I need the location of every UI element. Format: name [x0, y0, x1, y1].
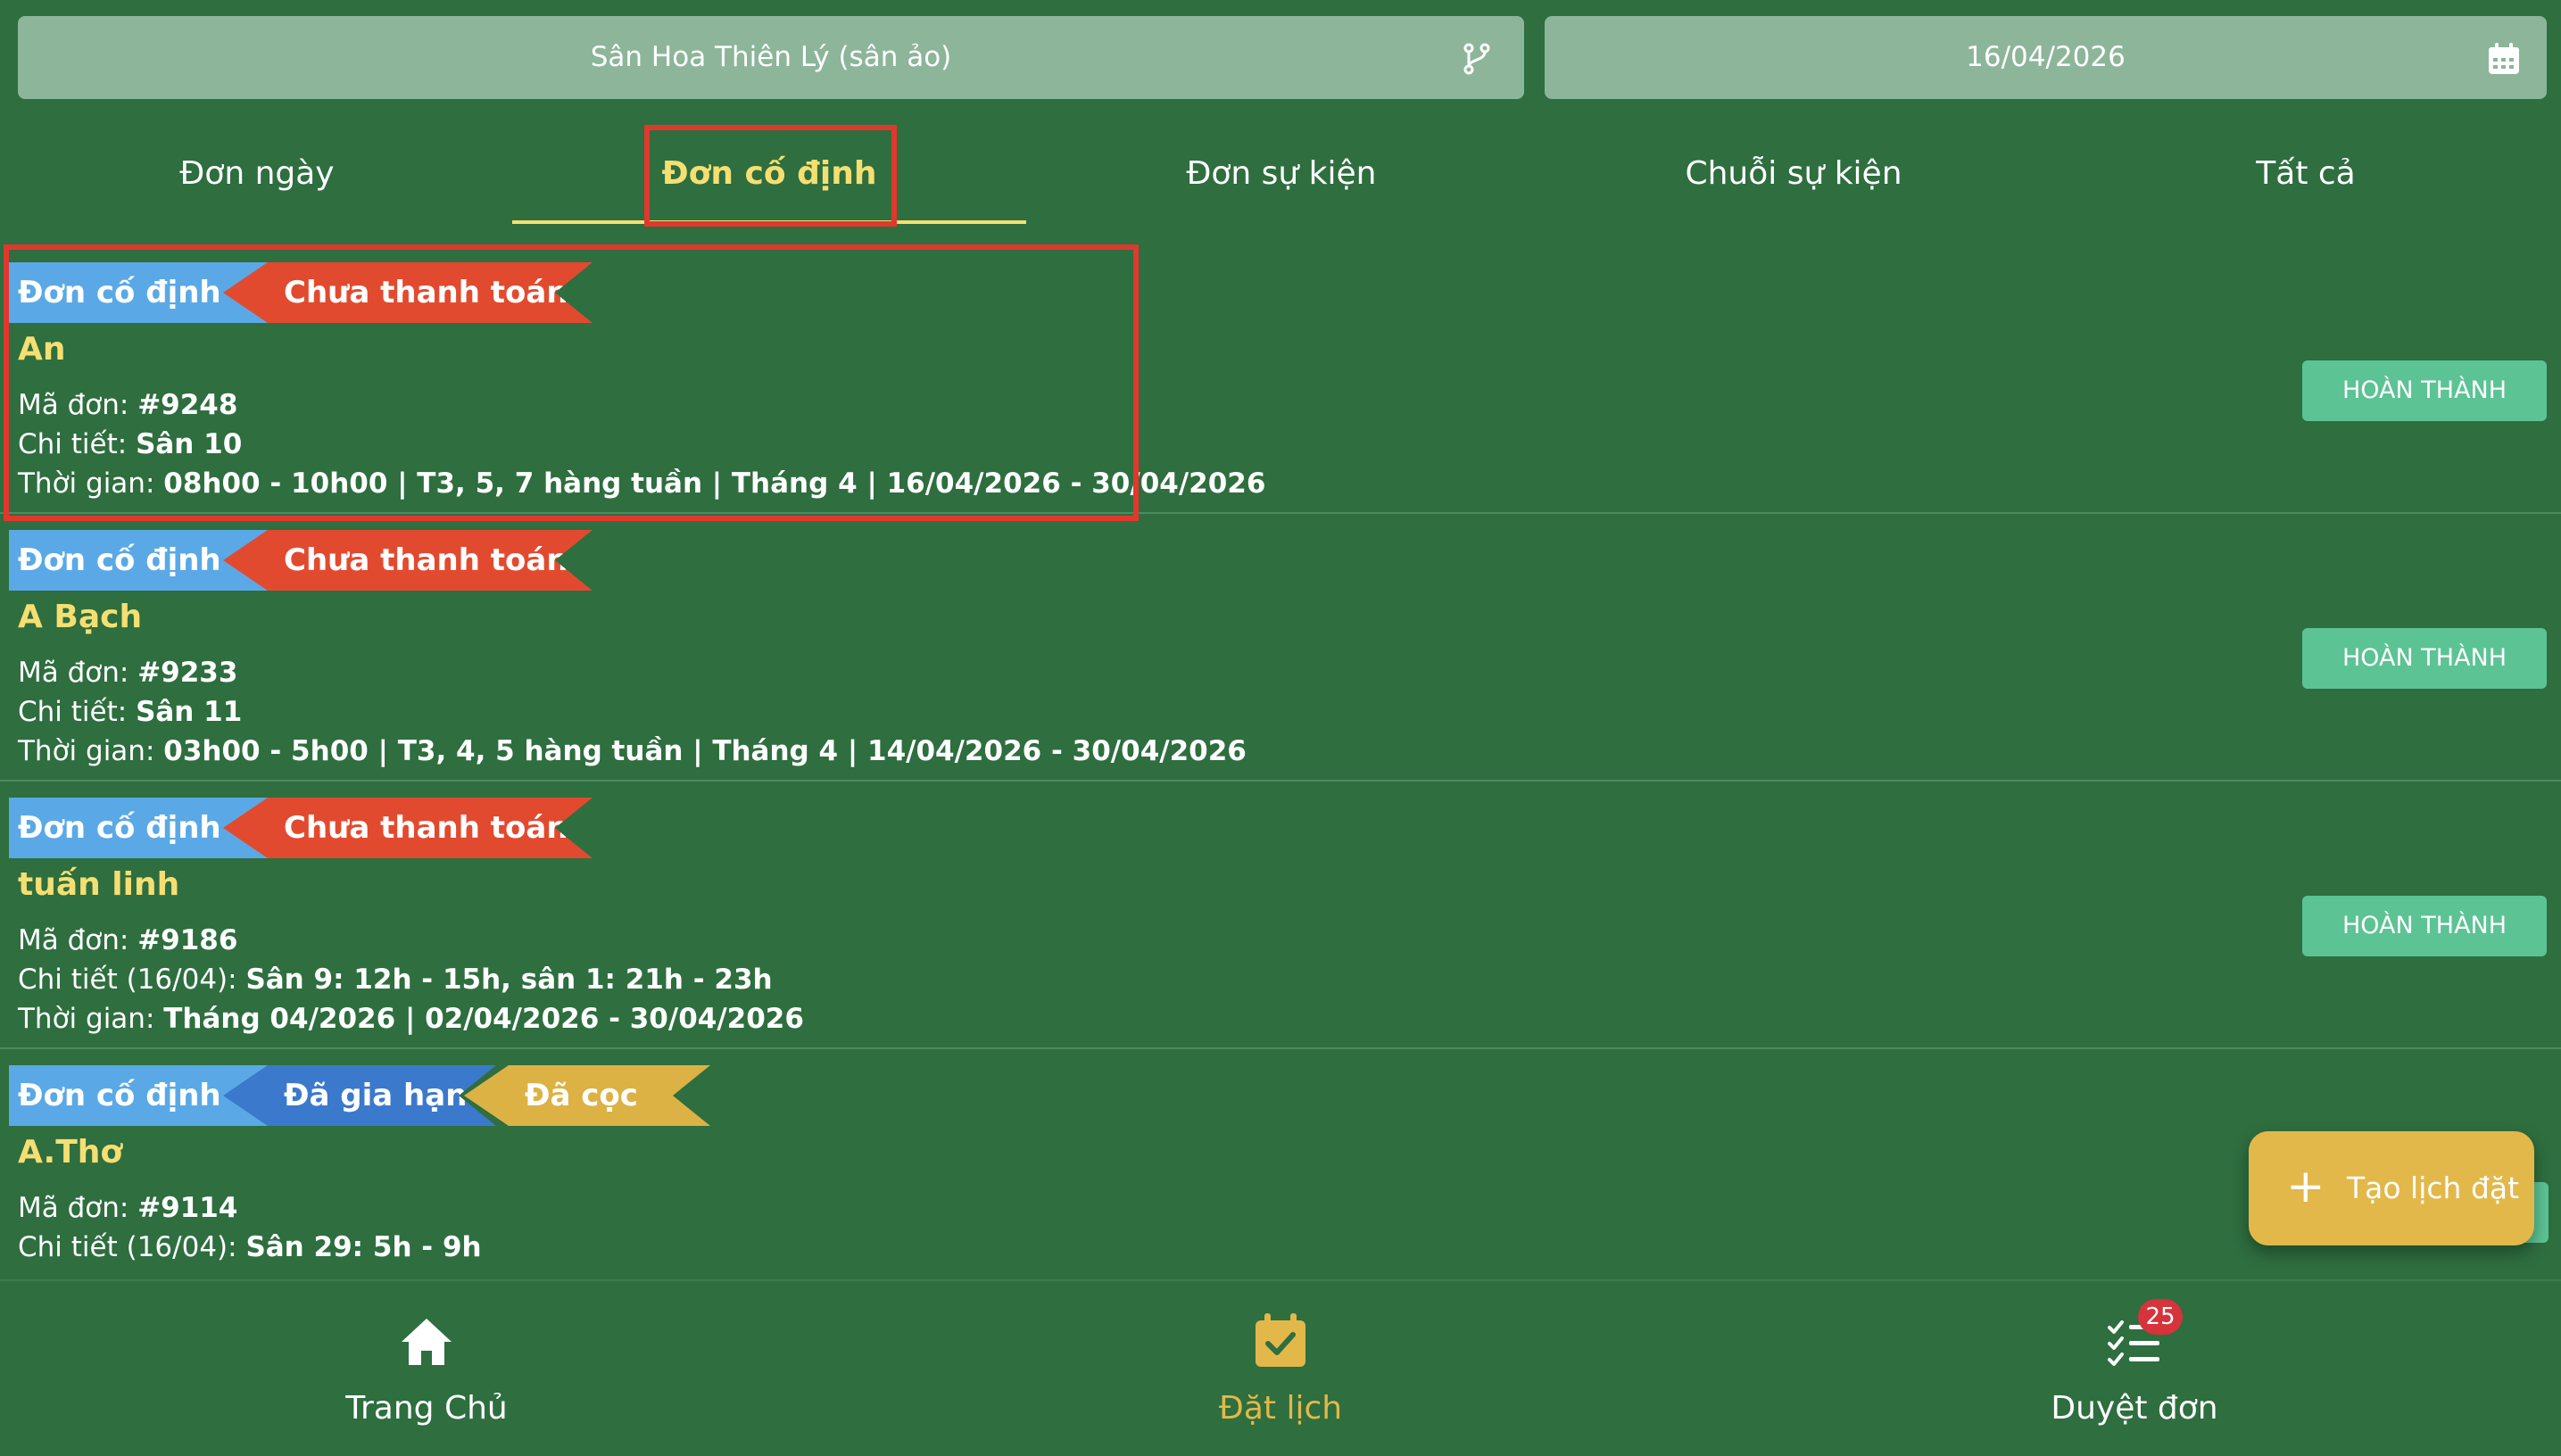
complete-button[interactable]: HOÀN THÀNH	[2302, 896, 2547, 956]
field-selector[interactable]: Sân Hoa Thiên Lý (sân ảo)	[18, 16, 1524, 99]
tag-payment-status: Chưa thanh toán	[223, 530, 593, 591]
nav-label: Trang Chủ	[345, 1390, 508, 1427]
order-time-line: Thời gian: 03h00 - 5h00 | T3, 4, 5 hàng …	[18, 735, 1247, 767]
customer-name: tuấn linh	[18, 866, 180, 903]
plus-icon: +	[2286, 1160, 2325, 1213]
order-code-line: Mã đơn: #9186	[18, 924, 238, 956]
pending-count-badge: 25	[2138, 1299, 2183, 1335]
order-code-line: Mã đơn: #9233	[18, 657, 238, 689]
nav-label: Đặt lịch	[1218, 1390, 1343, 1427]
date-selector-label: 16/04/2026	[1966, 41, 2126, 73]
order-card[interactable]: Đơn cố định Chưa thanh toán tuấn linh Mã…	[0, 782, 2561, 1049]
tab-don-su-kien[interactable]: Đơn sự kiện	[1024, 125, 1538, 223]
order-time-line: Thời gian: Tháng 04/2026 | 02/04/2026 - …	[18, 1003, 804, 1035]
tab-chuoi-su-kien[interactable]: Chuỗi sự kiện	[1537, 125, 2051, 223]
nav-duyet-don[interactable]: 25 Duyệt đơn	[1708, 1281, 2561, 1456]
bottom-navigation: Trang Chủ Đặt lịch 25 Duyệt đơn	[0, 1279, 2561, 1456]
tag-renewed: Đã gia hạn	[223, 1065, 496, 1126]
complete-button[interactable]: HOÀN THÀNH	[2302, 360, 2547, 421]
tag-payment-status: Chưa thanh toán	[223, 798, 593, 858]
tab-don-ngay[interactable]: Đơn ngày	[0, 125, 514, 223]
tag-deposit: Đã cọc	[464, 1065, 710, 1126]
calendar-icon	[2489, 43, 2519, 74]
complete-button[interactable]: HOÀN THÀNH	[2302, 628, 2547, 689]
customer-name: A.Thơ	[18, 1134, 123, 1171]
customer-name: A Bạch	[18, 599, 143, 635]
home-icon	[402, 1319, 452, 1365]
create-booking-label: Tạo lịch đặt	[2347, 1171, 2520, 1205]
order-card[interactable]: Đơn cố định Đã gia hạn Đã cọc A.Thơ Mã đ…	[0, 1049, 2561, 1278]
order-detail-line: Chi tiết (16/04): Sân 29: 5h - 9h	[18, 1231, 482, 1263]
order-type-tabs: Đơn ngày Đơn cố định Đơn sự kiện Chuỗi s…	[0, 125, 2561, 228]
nav-label: Duyệt đơn	[2051, 1390, 2218, 1427]
date-selector[interactable]: 16/04/2026	[1545, 16, 2547, 99]
nav-dat-lich[interactable]: Đặt lịch	[854, 1281, 1707, 1456]
field-selector-label: Sân Hoa Thiên Lý (sân ảo)	[590, 41, 952, 73]
nav-trang-chu[interactable]: Trang Chủ	[0, 1281, 853, 1456]
create-booking-button[interactable]: + Tạo lịch đặt	[2249, 1131, 2534, 1245]
order-code-line: Mã đơn: #9114	[18, 1192, 238, 1224]
order-detail-line: Chi tiết (16/04): Sân 9: 12h - 15h, sân …	[18, 964, 773, 996]
tab-tat-ca[interactable]: Tất cả	[2049, 125, 2561, 223]
branch-switch-icon	[1463, 43, 1490, 75]
highlight-box-tab	[644, 125, 897, 227]
highlight-box-order	[4, 244, 1139, 521]
order-detail-line: Chi tiết: Sân 11	[18, 696, 243, 728]
order-card[interactable]: Đơn cố định Chưa thanh toán A Bạch Mã đơ…	[0, 514, 2561, 782]
calendar-check-icon	[1256, 1313, 1305, 1367]
